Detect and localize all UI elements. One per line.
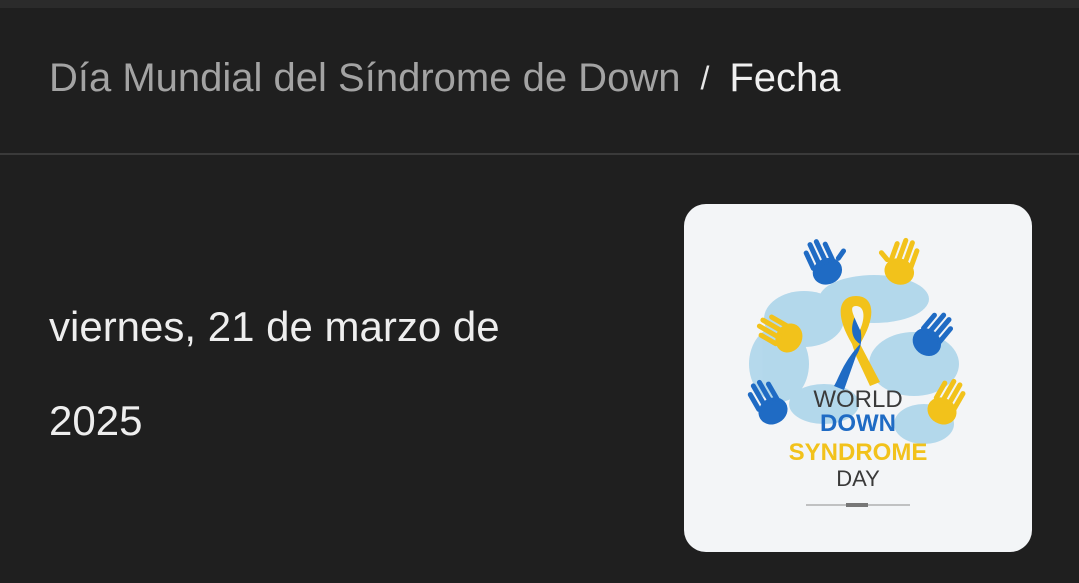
world-down-syndrome-day-logo: WORLD DOWN SYNDROME DAY xyxy=(747,237,966,507)
logo-text-syndrome: SYNDROME xyxy=(789,439,928,466)
top-edge xyxy=(0,0,1079,8)
breadcrumb-current: Fecha xyxy=(729,56,841,100)
event-date: viernes, 21 de marzo de 2025 xyxy=(49,280,609,468)
event-date-line2: 2025 xyxy=(49,397,143,444)
logo-text-down: DOWN xyxy=(820,410,896,437)
breadcrumb: Día Mundial del Síndrome de Down / Fecha xyxy=(49,52,841,104)
logo-text-day: DAY xyxy=(836,466,880,491)
page: Día Mundial del Síndrome de Down / Fecha… xyxy=(0,0,1079,583)
breadcrumb-parent-link[interactable]: Día Mundial del Síndrome de Down xyxy=(49,52,680,104)
logo-text-world: WORLD xyxy=(813,386,902,413)
event-image[interactable]: WORLD DOWN SYNDROME DAY xyxy=(684,204,1032,552)
breadcrumb-separator: / xyxy=(700,60,710,96)
logo-small-mark xyxy=(846,503,868,507)
divider xyxy=(0,153,1079,155)
event-date-line1: viernes, 21 de marzo de xyxy=(49,303,500,350)
